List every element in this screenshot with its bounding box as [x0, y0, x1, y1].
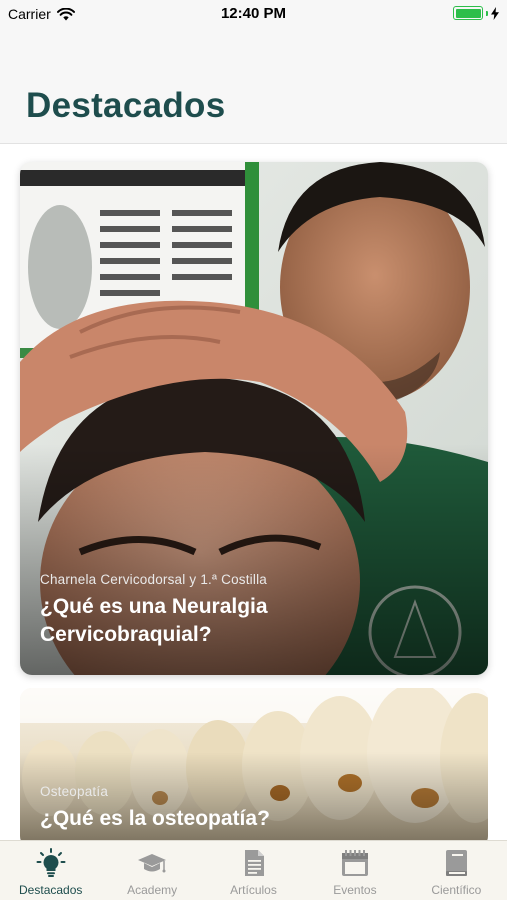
article-card-text: Osteopatía ¿Qué es la osteopatía? — [40, 784, 468, 833]
featured-card-text: Charnela Cervicodorsal y 1.ª Costilla ¿Q… — [40, 572, 468, 649]
book-icon — [446, 850, 468, 876]
card-title: ¿Qué es la osteopatía? — [40, 807, 270, 830]
battery-cap — [486, 10, 488, 16]
tab-articulos[interactable]: Artículos — [203, 841, 304, 900]
featured-card[interactable]: Charnela Cervicodorsal y 1.ª Costilla ¿Q… — [20, 162, 488, 675]
tab-cientifico[interactable]: Científico — [406, 841, 507, 900]
charging-bolt-icon — [491, 6, 499, 20]
card-category: Charnela Cervicodorsal y 1.ª Costilla — [40, 572, 267, 587]
battery-level — [455, 8, 481, 18]
calendar-icon — [341, 850, 368, 876]
tab-destacados[interactable]: Destacados — [0, 841, 101, 900]
tab-bar: Destacados Academy Artículos Eventos Cie… — [0, 840, 507, 900]
graduation-cap-icon — [138, 854, 167, 873]
card-category: Osteopatía — [40, 784, 109, 799]
tab-label: Científico — [431, 883, 482, 897]
status-bar: Carrier 12:40 PM — [0, 0, 507, 28]
tab-label: Destacados — [19, 883, 83, 897]
document-icon — [244, 850, 264, 876]
battery-icon — [453, 6, 483, 20]
status-time: 12:40 PM — [220, 5, 287, 22]
tab-label: Academy — [127, 883, 178, 897]
tab-eventos[interactable]: Eventos — [304, 841, 405, 900]
card-title: ¿Qué es una Neuralgia Cervicobraquial? — [40, 595, 268, 646]
article-card[interactable]: Osteopatía ¿Qué es la osteopatía? — [20, 688, 488, 848]
tab-academy[interactable]: Academy — [101, 841, 202, 900]
navigation-header: Destacados — [0, 28, 507, 144]
tab-label: Artículos — [230, 883, 277, 897]
tab-label: Eventos — [333, 883, 377, 897]
status-bar-right — [453, 6, 499, 20]
page-title: Destacados — [26, 86, 226, 125]
lightbulb-icon — [36, 848, 66, 877]
